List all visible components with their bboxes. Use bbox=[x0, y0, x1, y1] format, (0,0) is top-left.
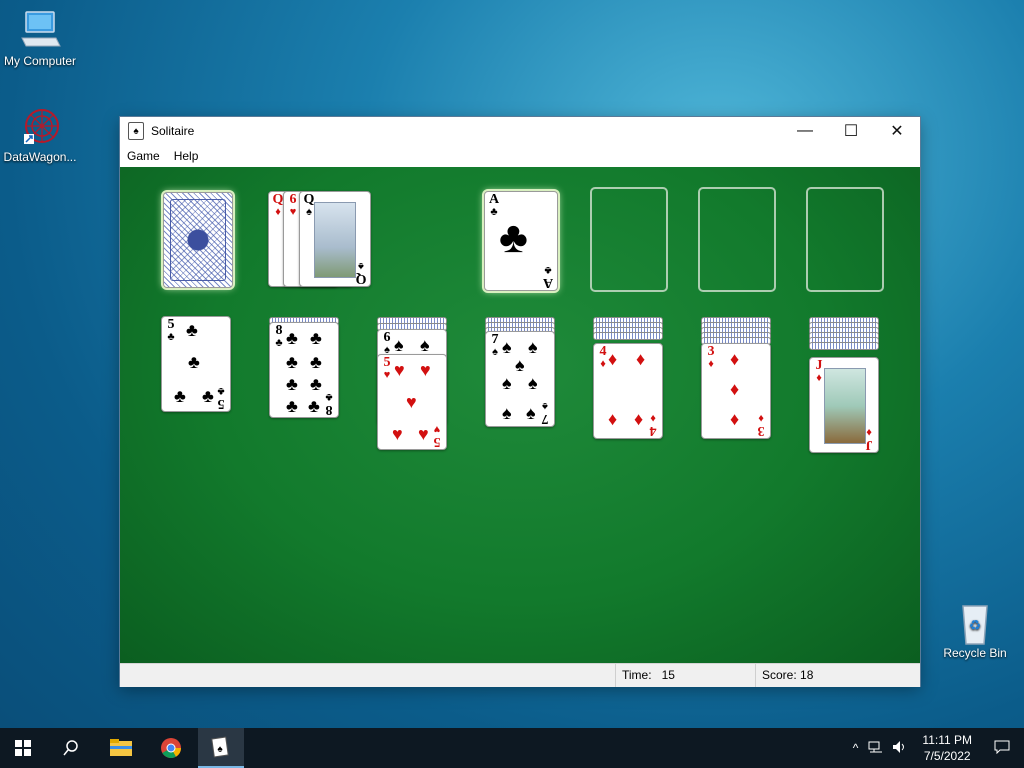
network-icon[interactable] bbox=[864, 740, 888, 757]
maximize-button[interactable]: ☐ bbox=[828, 117, 874, 145]
volume-icon[interactable] bbox=[888, 740, 912, 757]
waste-top-card[interactable]: Q ♠ Q ♠ bbox=[299, 191, 371, 287]
score-label: Score: bbox=[762, 668, 797, 682]
desktop-icon-my-computer[interactable]: My Computer bbox=[0, 8, 80, 68]
foundation-4-slot[interactable] bbox=[806, 187, 884, 292]
tableau-6-card[interactable]: 3 ♦ ♦ ♦ ♦ 3 ♦ bbox=[701, 343, 771, 439]
game-table: Q ♦ 6 ♥ Q ♠ Q ♠ A ♣ ♣ A ♣ 5 ♣ ♣ ♣ ♣ ♣ 5 ♣ bbox=[120, 167, 920, 663]
foundation-1-card[interactable]: A ♣ ♣ A ♣ bbox=[484, 191, 558, 291]
desktop-icon-recycle-bin[interactable]: ♻ Recycle Bin bbox=[935, 600, 1015, 660]
close-button[interactable]: ✕ bbox=[874, 117, 920, 145]
datawagon-icon bbox=[16, 104, 64, 148]
clock-time: 11:11 PM bbox=[922, 733, 972, 747]
club-icon: ♣ bbox=[499, 213, 528, 262]
tableau-7-hidden-card bbox=[809, 342, 879, 350]
card-rank: A bbox=[488, 192, 500, 207]
tableau-4-card[interactable]: 7 ♠ ♠ ♠ ♠ ♠ ♠ ♠ ♠ 7 ♠ bbox=[485, 331, 555, 427]
jack-diamonds-art-icon bbox=[824, 368, 866, 444]
window-title: Solitaire bbox=[151, 124, 195, 138]
foundation-2-slot[interactable] bbox=[590, 187, 668, 292]
system-tray: ^ 11:11 PM 7/5/2022 bbox=[847, 728, 1024, 768]
taskbar: ♠ ^ 11:11 PM 7/5/2022 bbox=[0, 728, 1024, 768]
chrome-icon[interactable] bbox=[148, 728, 194, 768]
card-rank: 6 bbox=[289, 192, 297, 207]
search-icon[interactable] bbox=[48, 728, 94, 768]
solitaire-app-icon: ♠ bbox=[128, 122, 144, 140]
svg-text:♠: ♠ bbox=[217, 744, 223, 755]
timer: Time: 15 bbox=[615, 664, 756, 687]
solitaire-window: ♠ Solitaire — ☐ ✕ Game Help Q ♦ 6 ♥ Q ♠ Q ♠ … bbox=[120, 117, 920, 687]
tableau-1-card[interactable]: 5 ♣ ♣ ♣ ♣ ♣ 5 ♣ bbox=[161, 316, 231, 412]
status-bar: Time: 15 Score: 18 bbox=[120, 663, 920, 687]
title-bar[interactable]: ♠ Solitaire — ☐ ✕ bbox=[120, 117, 920, 145]
recycle-bin-icon: ♻ bbox=[951, 600, 999, 645]
desktop-icon-label: My Computer bbox=[3, 54, 77, 68]
desktop-icon-label: Recycle Bin bbox=[943, 646, 1007, 660]
desktop-icon-label: DataWagon... bbox=[3, 150, 77, 164]
heart-icon: ♥ bbox=[289, 206, 297, 218]
queen-spades-art-icon bbox=[314, 202, 356, 278]
score-value: 18 bbox=[800, 668, 814, 682]
time-label: Time: bbox=[622, 668, 652, 682]
minimize-button[interactable]: — bbox=[782, 117, 828, 145]
solitaire-icon[interactable]: ♠ bbox=[198, 728, 244, 768]
computer-icon bbox=[16, 8, 64, 52]
file-explorer-icon[interactable] bbox=[98, 728, 144, 768]
svg-text:♻: ♻ bbox=[969, 617, 982, 633]
menu-bar: Game Help bbox=[120, 145, 920, 167]
time-value: 15 bbox=[661, 668, 675, 682]
clock[interactable]: 11:11 PM 7/5/2022 bbox=[912, 732, 982, 764]
card-rank: Q bbox=[272, 192, 284, 207]
score: Score: 18 bbox=[755, 664, 912, 687]
clock-date: 7/5/2022 bbox=[923, 749, 971, 763]
tableau-5-card[interactable]: 4 ♦ ♦ ♦ ♦ ♦ 4 ♦ bbox=[593, 343, 663, 439]
tableau-3-top-card[interactable]: 5 ♥ ♥ ♥ ♥ ♥ ♥ 5 ♥ bbox=[377, 354, 447, 450]
menu-help[interactable]: Help bbox=[167, 149, 206, 163]
menu-game[interactable]: Game bbox=[120, 149, 167, 163]
windows-start-icon[interactable] bbox=[0, 728, 46, 768]
tableau-2-card[interactable]: 8 ♣ ♣ ♣ ♣ ♣ ♣ ♣ ♣ ♣ 8 ♣ bbox=[269, 322, 339, 418]
tableau-7-card[interactable]: J ♦ J ♦ bbox=[809, 357, 879, 453]
desktop-icon-datawagon[interactable]: DataWagon... bbox=[0, 104, 80, 164]
stock-pile[interactable] bbox=[163, 192, 233, 288]
notification-icon[interactable] bbox=[982, 740, 1024, 757]
card-rank: Q bbox=[303, 192, 315, 207]
chevron-up-icon[interactable]: ^ bbox=[847, 741, 865, 755]
tableau-5-hidden-card bbox=[593, 332, 663, 340]
foundation-3-slot[interactable] bbox=[698, 187, 776, 292]
